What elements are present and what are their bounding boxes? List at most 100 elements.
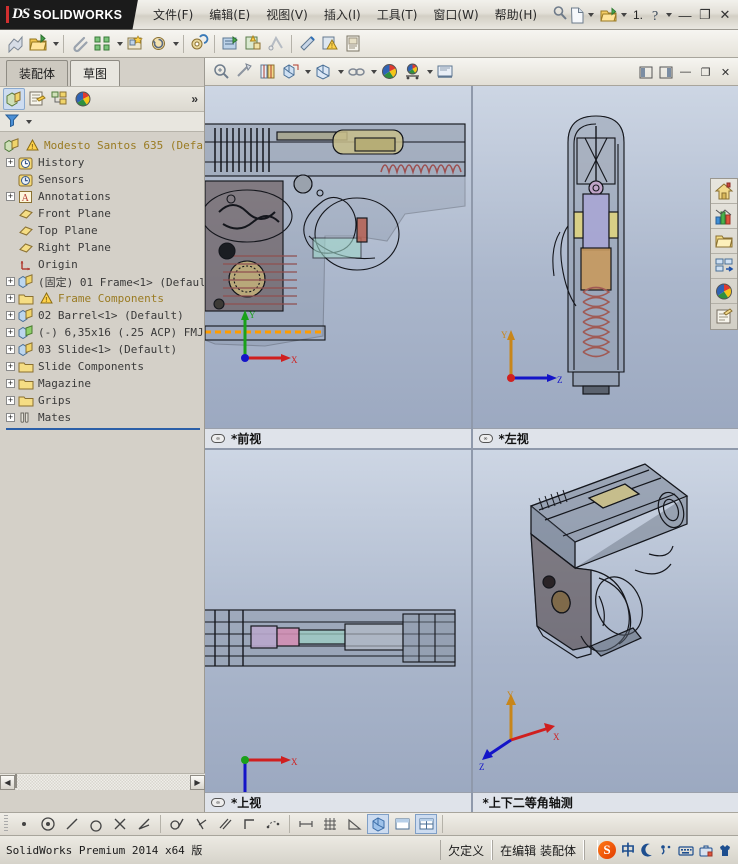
tree-item-frame-components[interactable]: + ! Frame Components [0,290,204,307]
feature-manager-tab-icon[interactable] [3,88,25,110]
viewport-top[interactable]: X Z ∞ *上视 [205,450,471,812]
task-pane-design-library-icon[interactable] [711,204,737,229]
tile-left-icon[interactable] [637,64,654,80]
open-folder-icon[interactable] [27,33,49,55]
expand-toggle[interactable]: + [6,362,15,371]
tree-item-annotations[interactable]: + A Annotations [0,188,204,205]
tree-item-right-plane[interactable]: Right Plane [0,239,204,256]
clip-icon[interactable] [68,33,90,55]
arc-relation-icon[interactable] [85,814,107,834]
menu-edit[interactable]: 编辑(E) [202,3,257,26]
corner-relation-icon[interactable] [238,814,260,834]
property-manager-tab-icon[interactable] [26,88,48,110]
chevron-down-icon[interactable] [50,33,59,55]
tree-item-top-plane[interactable]: Top Plane [0,222,204,239]
toolbox-icon[interactable] [699,843,713,858]
chevron-down-icon[interactable] [587,13,594,17]
minimize-window-button[interactable]: — [676,7,694,23]
chevron-down-icon[interactable] [114,33,123,55]
menu-window[interactable]: 窗口(W) [426,3,485,26]
angle-measure-icon[interactable] [343,814,365,834]
new-component-icon[interactable] [124,33,146,55]
chevron-down-icon[interactable] [368,61,377,83]
spline-relation-icon[interactable] [262,814,284,834]
magnifier-icon[interactable] [552,5,568,24]
scroll-left-arrow[interactable]: ◀ [0,774,15,790]
expand-toggle[interactable]: + [6,294,15,303]
task-pane-resources-icon[interactable] [711,179,737,204]
single-view-icon[interactable] [367,814,389,834]
feature-manager-more-tabs[interactable]: » [191,92,198,106]
new-document-icon[interactable] [568,5,596,26]
section-view-icon[interactable] [233,61,255,83]
chevron-down-icon[interactable] [335,61,344,83]
filter-funnel-icon[interactable] [4,113,20,130]
chevron-down-icon[interactable] [620,13,627,17]
tree-item-frame[interactable]: + (固定) 01 Frame<1> (Default [0,273,204,290]
belt-chain-icon[interactable] [265,33,287,55]
task-pane-view-palette-icon[interactable] [711,254,737,279]
expand-toggle[interactable]: + [6,413,15,422]
moon-icon[interactable] [640,843,654,858]
grid-icon[interactable] [319,814,341,834]
chevron-down-icon[interactable] [26,119,32,124]
scene-lighting-icon[interactable] [401,61,423,83]
feature-tree-horizontal-scrollbar[interactable]: ◀ ▶ [0,773,205,790]
punctuation-icon[interactable] [659,843,673,858]
viewport-left[interactable]: Y Z ∞ *左视 [472,86,738,448]
apply-scene-icon[interactable] [378,61,400,83]
tree-item-slide-components[interactable]: + Slide Components [0,358,204,375]
question-mark-icon[interactable]: ? [647,5,674,25]
task-pane-appearances-icon[interactable] [711,279,737,304]
link-icon[interactable]: ∞ [211,798,225,807]
viewport-front[interactable]: Y X ∞ *前视 [205,86,471,448]
menu-help[interactable]: 帮助(H) [488,3,544,26]
exploded-view-icon[interactable] [219,33,241,55]
display-manager-tab-icon[interactable] [72,88,94,110]
chevron-down-icon[interactable] [170,33,179,55]
expand-toggle[interactable]: + [6,396,15,405]
interference-detection-icon[interactable] [242,33,264,55]
minimize-doc-icon[interactable]: — [677,64,694,80]
rotate-component-icon[interactable] [147,33,169,55]
expand-toggle[interactable]: + [6,158,15,167]
tree-item-slide[interactable]: + 03 Slide<1> (Default) [0,341,204,358]
rebuild-icon[interactable] [4,33,26,55]
hide-show-items-icon[interactable] [312,61,334,83]
configuration-manager-tab-icon[interactable] [49,88,71,110]
restore-doc-icon[interactable]: ❐ [697,64,714,80]
feature-manager-filter-bar[interactable] [0,112,204,132]
intersection-relation-icon[interactable] [109,814,131,834]
edit-appearance-icon[interactable] [345,61,367,83]
mate-icon[interactable] [91,33,113,55]
two-view-horizontal-icon[interactable] [391,814,413,834]
tree-item-front-plane[interactable]: Front Plane [0,205,204,222]
expand-toggle[interactable]: + [6,277,15,286]
zoom-to-fit-icon[interactable] [210,61,232,83]
task-pane-custom-properties-icon[interactable] [711,304,737,329]
language-mode-icon[interactable]: 中 [621,840,635,860]
point-relation-icon[interactable] [13,814,35,834]
chevron-down-icon[interactable] [666,13,672,17]
four-view-icon[interactable] [415,814,437,834]
tile-right-icon[interactable] [657,64,674,80]
perpendicular-relation-icon[interactable] [190,814,212,834]
expand-toggle[interactable]: + [6,192,15,201]
link-icon[interactable]: ∞ [211,434,225,443]
tree-item-barrel[interactable]: + 02 Barrel<1> (Default) [0,307,204,324]
concentric-relation-icon[interactable] [37,814,59,834]
scrollbar-track[interactable] [15,773,190,790]
line-relation-icon[interactable] [61,814,83,834]
performance-icon[interactable] [296,33,318,55]
close-window-button[interactable]: ✕ [716,7,734,23]
view-orientation-icon[interactable] [256,61,278,83]
tree-insert-bar[interactable] [6,428,200,430]
open-folder-icon[interactable] [598,5,629,26]
viewport-dimetric[interactable]: Y X Z *上下二等角轴测 [472,450,738,812]
tree-item-origin[interactable]: Origin [0,256,204,273]
warning-tools-icon[interactable]: ! [319,33,341,55]
menu-insert[interactable]: 插入(I) [317,3,368,26]
tree-item-history[interactable]: + History [0,154,204,171]
close-doc-icon[interactable]: ✕ [717,64,734,80]
tangent-relation-icon[interactable] [166,814,188,834]
